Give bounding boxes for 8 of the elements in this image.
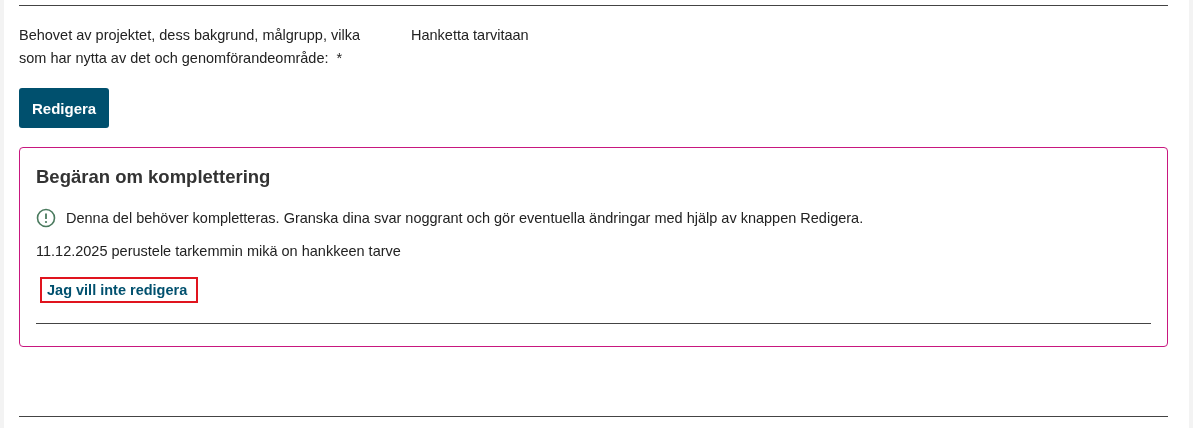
card-title: Begäran om komplettering: [36, 166, 272, 188]
comment-text: 11.12.2025 perustele tarkemmin mikä on hankkeen tarve: [36, 243, 402, 259]
field-label: Behovet av projektet, dess bakgrund, målgrupp, vilka som har nytta av det och genomförandeområde: *: [19, 26, 361, 68]
edit-button[interactable]: Redigera: [19, 88, 110, 128]
notice-text: Denna del behöver kompletteras. Granska dina svar noggrant och gör eventuella ändringar med hjälp av knappen Redigera.: [66, 210, 864, 226]
decline-link[interactable]: Jag vill inte redigera: [42, 279, 197, 301]
info-icon: [36, 208, 56, 228]
field-value: Hanketta tarvitaan: [411, 26, 529, 45]
